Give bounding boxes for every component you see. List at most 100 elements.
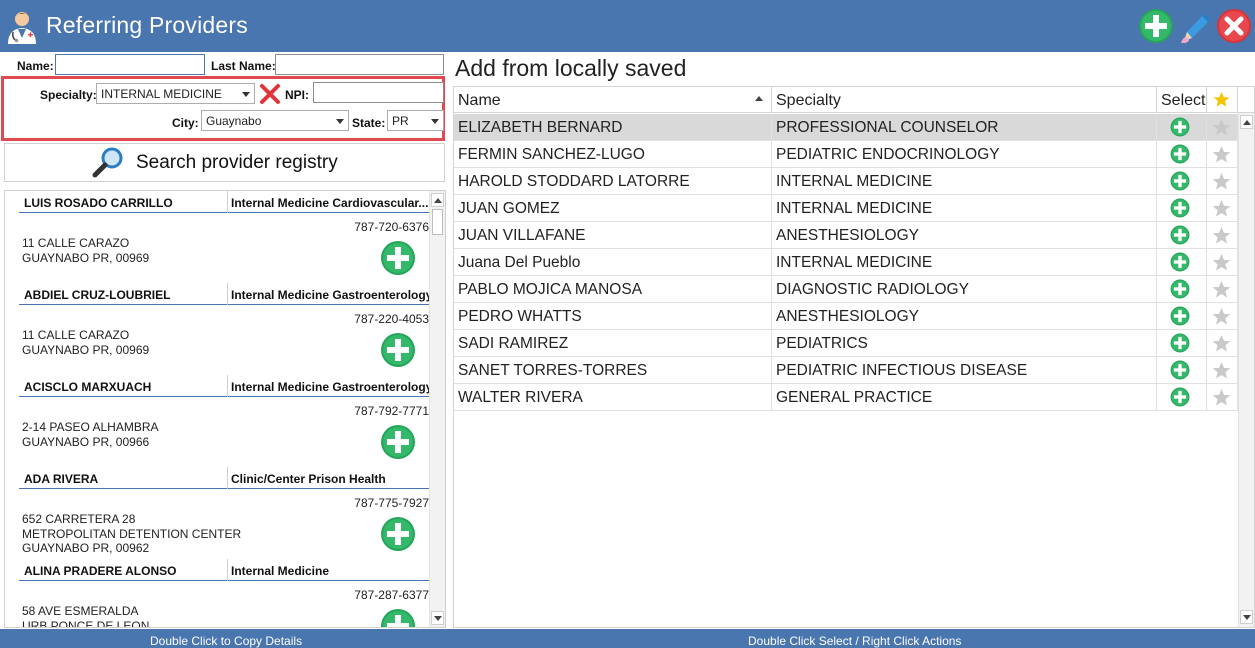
scroll-up-button[interactable] xyxy=(431,193,444,207)
specialty-select[interactable]: INTERNAL MEDICINE xyxy=(96,83,255,104)
address-line: GUAYNABO PR, 00969 xyxy=(22,342,150,357)
sort-ascending-icon xyxy=(755,96,763,101)
plus-icon xyxy=(1170,306,1190,330)
saved-providers-grid[interactable]: Name Specialty Select ELIZABETH BERNARD P… xyxy=(453,86,1255,628)
provider-phone: 787-287-6377 xyxy=(354,588,429,602)
favorite-star-button[interactable] xyxy=(1212,253,1231,272)
favorite-star-button[interactable] xyxy=(1212,226,1231,245)
add-provider-button[interactable] xyxy=(1138,8,1174,44)
scroll-down-button[interactable] xyxy=(431,611,444,625)
favorite-star-button[interactable] xyxy=(1212,388,1231,407)
search-registry-label: Search provider registry xyxy=(136,152,338,173)
scroll-down-button[interactable] xyxy=(1240,610,1253,624)
favorite-star-button[interactable] xyxy=(1212,199,1231,218)
favorite-star-button[interactable] xyxy=(1212,145,1231,164)
close-button[interactable] xyxy=(1216,8,1252,44)
select-provider-button[interactable] xyxy=(1170,144,1190,164)
saved-provider-name: SANET TORRES-TORRES xyxy=(454,357,772,384)
registry-card[interactable]: ADA RIVERA Clinic/Center Prison Health 787… xyxy=(19,467,431,559)
select-provider-button[interactable] xyxy=(1170,306,1190,326)
saved-provider-row[interactable]: WALTER RIVERA GENERAL PRACTICE xyxy=(454,384,1238,411)
saved-provider-row[interactable]: SANET TORRES-TORRES PEDIATRIC INFECTIOUS … xyxy=(454,357,1238,384)
plus-icon xyxy=(1170,333,1190,357)
star-icon xyxy=(1212,361,1231,384)
chevron-down-icon xyxy=(242,92,250,97)
star-icon xyxy=(1212,388,1231,411)
column-header-specialty[interactable]: Specialty xyxy=(772,87,1157,113)
state-select[interactable]: PR xyxy=(387,110,444,131)
plus-icon xyxy=(380,333,416,372)
select-provider-button[interactable] xyxy=(1170,117,1190,137)
favorite-star-button[interactable] xyxy=(1212,361,1231,380)
address-line: 2-14 PASEO ALHAMBRA xyxy=(22,420,159,434)
registry-card[interactable]: LUIS ROSADO CARRILLO Internal Medicine Ca… xyxy=(19,191,431,283)
plus-icon xyxy=(1170,117,1190,141)
saved-provider-row[interactable]: JUAN GOMEZ INTERNAL MEDICINE xyxy=(454,195,1238,222)
add-provider-button[interactable] xyxy=(380,240,416,276)
saved-provider-specialty: PEDIATRIC INFECTIOUS DISEASE xyxy=(772,357,1157,384)
favorite-star-button[interactable] xyxy=(1212,307,1231,326)
add-provider-button[interactable] xyxy=(380,516,416,552)
registry-card[interactable]: ABDIEL CRUZ-LOUBRIEL Internal Medicine Ga… xyxy=(19,283,431,375)
column-header-name[interactable]: Name xyxy=(454,87,772,113)
name-input[interactable] xyxy=(55,54,205,75)
saved-provider-row[interactable]: Juana Del Pueblo INTERNAL MEDICINE xyxy=(454,249,1238,276)
scroll-up-button[interactable] xyxy=(1240,115,1253,129)
saved-provider-row[interactable]: ELIZABETH BERNARD PROFESSIONAL COUNSELOR xyxy=(454,114,1238,141)
provider-name: ALINA PRADERE ALONSO xyxy=(24,564,177,578)
select-provider-button[interactable] xyxy=(1170,333,1190,353)
name-label: Name: xyxy=(17,59,54,73)
star-icon xyxy=(1212,118,1231,141)
status-bar: Double Click to Copy Details Double Clic… xyxy=(0,629,1255,648)
registry-card[interactable]: ALINA PRADERE ALONSO Internal Medicine 787… xyxy=(19,559,431,628)
add-provider-button[interactable] xyxy=(380,608,416,627)
star-icon xyxy=(1212,172,1231,195)
saved-provider-row[interactable]: PABLO MOJICA MANOSA DIAGNOSTIC RADIOLOGY xyxy=(454,276,1238,303)
address-line: METROPOLITAN DETENTION CENTER xyxy=(22,526,242,541)
select-provider-button[interactable] xyxy=(1170,225,1190,245)
select-provider-button[interactable] xyxy=(1170,279,1190,299)
registry-card[interactable]: ACISCLO MARXUACH Internal Medicine Gastro… xyxy=(19,375,431,467)
select-provider-button[interactable] xyxy=(1170,171,1190,191)
clear-specialty-icon[interactable] xyxy=(259,83,281,105)
provider-specialty: Internal Medicine Cardiovascular... xyxy=(227,191,431,213)
select-provider-button[interactable] xyxy=(1170,387,1190,407)
select-provider-button[interactable] xyxy=(1170,360,1190,380)
plus-icon xyxy=(380,517,416,556)
provider-phone: 787-792-7771 xyxy=(354,404,429,418)
favorite-star-button[interactable] xyxy=(1212,334,1231,353)
scroll-thumb[interactable] xyxy=(432,209,443,235)
city-select[interactable]: Guaynabo xyxy=(201,110,349,131)
last-name-input[interactable] xyxy=(275,54,444,75)
registry-results-list[interactable]: LUIS ROSADO CARRILLO Internal Medicine Ca… xyxy=(4,190,446,628)
registry-scrollbar[interactable] xyxy=(429,191,445,627)
saved-provider-row[interactable]: SADI RAMIREZ PEDIATRICS xyxy=(454,330,1238,357)
saved-provider-row[interactable]: FERMIN SANCHEZ-LUGO PEDIATRIC ENDOCRINOLO… xyxy=(454,141,1238,168)
column-header-favorite[interactable] xyxy=(1207,87,1238,113)
favorite-star-button[interactable] xyxy=(1212,118,1231,137)
saved-grid-scrollbar[interactable] xyxy=(1238,113,1254,627)
column-header-select[interactable]: Select xyxy=(1157,87,1207,113)
saved-provider-row[interactable]: JUAN VILLAFANE ANESTHESIOLOGY xyxy=(454,222,1238,249)
search-registry-button[interactable]: Search provider registry xyxy=(4,143,445,182)
favorite-star-button[interactable] xyxy=(1212,280,1231,299)
favorite-star-button[interactable] xyxy=(1212,172,1231,191)
npi-input[interactable] xyxy=(313,82,444,103)
select-provider-button[interactable] xyxy=(1170,198,1190,218)
star-icon xyxy=(1213,91,1230,107)
saved-provider-specialty: ANESTHESIOLOGY xyxy=(772,222,1157,249)
add-provider-button[interactable] xyxy=(380,332,416,368)
address-line: 652 CARRETERA 28 xyxy=(22,512,136,526)
address-line: URB PONCE DE LEON xyxy=(22,618,150,628)
select-provider-button[interactable] xyxy=(1170,252,1190,272)
edit-provider-button[interactable] xyxy=(1178,8,1214,44)
provider-name: ACISCLO MARXUACH xyxy=(24,380,152,394)
provider-name: ABDIEL CRUZ-LOUBRIEL xyxy=(24,288,171,302)
saved-provider-row[interactable]: HAROLD STODDARD LATORRE INTERNAL MEDICINE xyxy=(454,168,1238,195)
saved-provider-row[interactable]: PEDRO WHATTS ANESTHESIOLOGY xyxy=(454,303,1238,330)
saved-provider-specialty: INTERNAL MEDICINE xyxy=(772,168,1157,195)
address-line: GUAYNABO PR, 00966 xyxy=(22,434,150,449)
add-provider-button[interactable] xyxy=(380,424,416,460)
star-icon xyxy=(1212,334,1231,357)
card-header: ALINA PRADERE ALONSO Internal Medicine xyxy=(19,559,431,581)
